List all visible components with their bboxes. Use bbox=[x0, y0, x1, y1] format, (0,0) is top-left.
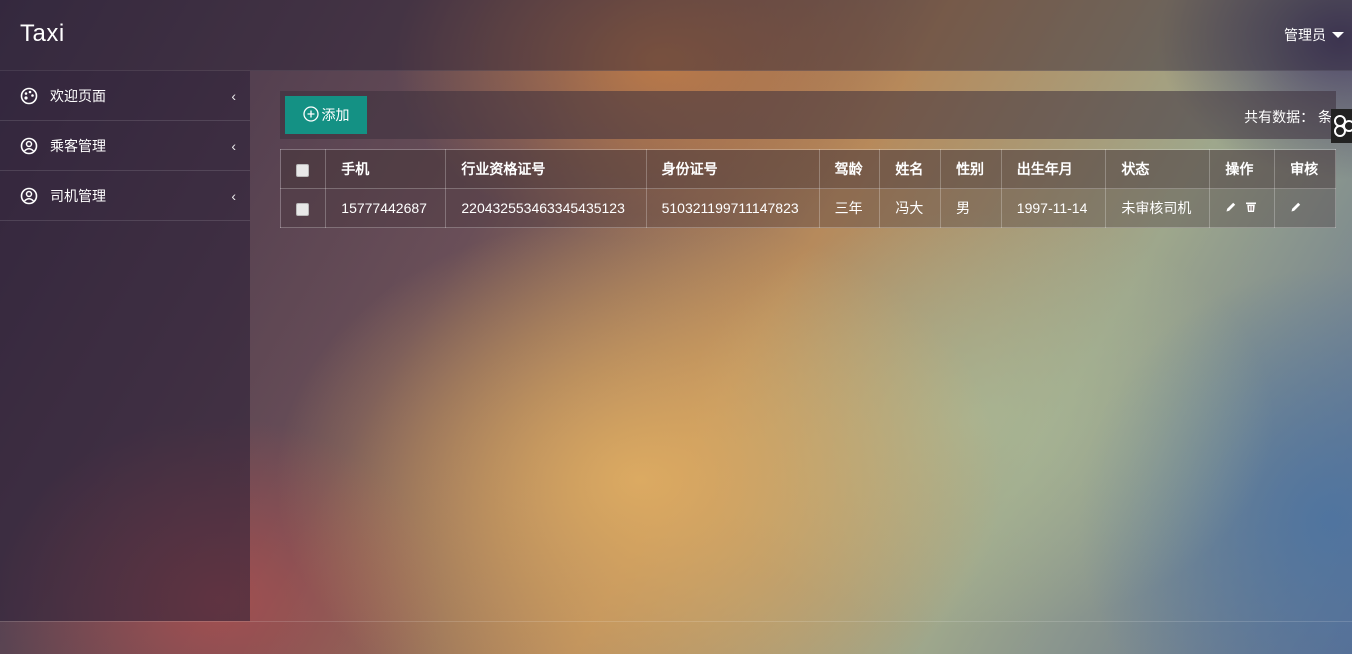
review-cell bbox=[1274, 188, 1336, 228]
top-navbar: Taxi 管理员 bbox=[0, 0, 1352, 71]
delete-trash-icon[interactable] bbox=[1245, 200, 1257, 216]
table-cell: 220432553463345435123 bbox=[445, 188, 647, 228]
edit-pencil-icon[interactable] bbox=[1225, 200, 1237, 216]
user-circle-icon bbox=[20, 137, 38, 155]
sidebar-item-welcome[interactable]: 欢迎页面 ‹ bbox=[0, 71, 250, 121]
record-count: 共有数据： 条 bbox=[1244, 109, 1332, 125]
column-header: 状态 bbox=[1105, 149, 1211, 189]
select-all-cell[interactable] bbox=[279, 149, 327, 189]
column-header: 出生年月 bbox=[1000, 149, 1107, 189]
column-header: 驾龄 bbox=[818, 149, 881, 189]
table-cell: 冯大 bbox=[879, 188, 942, 228]
sidebar-item-label: 司机管理 bbox=[50, 187, 106, 204]
admin-user-menu[interactable]: 管理员 bbox=[1284, 25, 1344, 45]
column-header: 身份证号 bbox=[645, 149, 820, 189]
app-logo[interactable]: Taxi bbox=[20, 20, 65, 48]
column-header: 审核 bbox=[1274, 149, 1336, 189]
floating-widget-icon[interactable] bbox=[1331, 109, 1352, 143]
add-button-label: 添加 bbox=[321, 107, 350, 123]
add-button[interactable]: 添加 bbox=[285, 96, 367, 134]
table-cell: 15777442687 bbox=[325, 188, 447, 228]
row-checkbox[interactable] bbox=[296, 202, 309, 216]
sidebar-item-label: 欢迎页面 bbox=[50, 87, 106, 104]
table-cell: 三年 bbox=[818, 188, 881, 228]
table-row: 15777442687 220432553463345435123 510321… bbox=[279, 188, 1336, 228]
select-all-checkbox[interactable] bbox=[296, 163, 309, 177]
palette-icon bbox=[20, 87, 38, 105]
table-cell: 男 bbox=[940, 188, 1002, 228]
chevron-left-icon: ‹ bbox=[231, 188, 236, 204]
column-header: 手机 bbox=[325, 149, 447, 189]
sidebar-item-passengers[interactable]: 乘客管理 ‹ bbox=[0, 121, 250, 171]
user-circle-icon bbox=[20, 187, 38, 205]
plus-circle-icon bbox=[302, 105, 319, 125]
table-header-row: 手机 行业资格证号 身份证号 驾龄 姓名 性别 出生年月 状态 操作 审核 bbox=[279, 149, 1336, 189]
table-cell: 510321199711147823 bbox=[645, 188, 820, 228]
chevron-left-icon: ‹ bbox=[231, 88, 236, 104]
driver-table: 手机 行业资格证号 身份证号 驾龄 姓名 性别 出生年月 状态 操作 审核 15… bbox=[279, 149, 1336, 228]
table-cell: 未审核司机 bbox=[1105, 188, 1211, 228]
column-header: 行业资格证号 bbox=[445, 149, 647, 189]
sidebar: 欢迎页面 ‹ 乘客管理 ‹ 司机管理 ‹ bbox=[0, 71, 250, 621]
column-header: 姓名 bbox=[879, 149, 942, 189]
admin-user-label: 管理员 bbox=[1284, 27, 1326, 43]
actions-cell bbox=[1209, 188, 1276, 228]
column-header: 操作 bbox=[1209, 149, 1276, 189]
row-select-cell[interactable] bbox=[279, 188, 327, 228]
caret-down-icon bbox=[1332, 32, 1344, 38]
chevron-left-icon: ‹ bbox=[231, 138, 236, 154]
review-pencil-icon[interactable] bbox=[1290, 200, 1302, 216]
column-header: 性别 bbox=[940, 149, 1002, 189]
footer-divider bbox=[0, 621, 1352, 622]
toolbar: 添加 共有数据： 条 bbox=[280, 91, 1336, 139]
table-cell: 1997-11-14 bbox=[1000, 188, 1107, 228]
sidebar-item-label: 乘客管理 bbox=[50, 137, 106, 154]
sidebar-item-drivers[interactable]: 司机管理 ‹ bbox=[0, 171, 250, 221]
